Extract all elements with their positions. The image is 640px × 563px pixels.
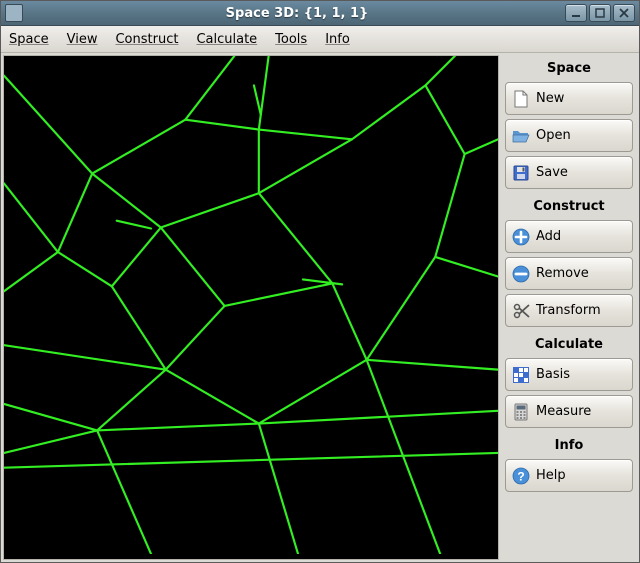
wireframe-overlay xyxy=(4,56,498,554)
new-label: New xyxy=(536,91,626,106)
sidebar: Space New Open Save Construct xyxy=(501,53,639,562)
window-title: Space 3D: {1, 1, 1} xyxy=(29,6,565,21)
help-label: Help xyxy=(536,468,626,483)
save-label: Save xyxy=(536,165,626,180)
client-area: Space New Open Save Construct xyxy=(1,53,639,562)
help-button[interactable]: ? Help xyxy=(505,459,633,492)
folder-open-icon xyxy=(512,127,530,145)
basis-label: Basis xyxy=(536,367,626,382)
open-button[interactable]: Open xyxy=(505,119,633,152)
maximize-icon xyxy=(595,8,605,18)
remove-minus-icon xyxy=(512,265,530,283)
basis-button[interactable]: Basis xyxy=(505,358,633,391)
help-question-icon: ? xyxy=(512,467,530,485)
window-buttons xyxy=(565,4,639,22)
new-button[interactable]: New xyxy=(505,82,633,115)
group-header-construct: Construct xyxy=(505,197,633,216)
svg-text:?: ? xyxy=(517,469,524,483)
scissors-icon xyxy=(512,302,530,320)
add-label: Add xyxy=(536,229,626,244)
remove-button[interactable]: Remove xyxy=(505,257,633,290)
menu-info[interactable]: Info xyxy=(325,32,350,47)
transform-label: Transform xyxy=(536,303,626,318)
menu-tools[interactable]: Tools xyxy=(275,32,307,47)
maximize-button[interactable] xyxy=(589,4,611,22)
measure-label: Measure xyxy=(536,404,626,419)
add-plus-icon xyxy=(512,228,530,246)
group-header-calculate: Calculate xyxy=(505,335,633,354)
open-label: Open xyxy=(536,128,626,143)
measure-button[interactable]: Measure xyxy=(505,395,633,428)
minimize-icon xyxy=(571,8,581,18)
group-header-info: Info xyxy=(505,436,633,455)
calculator-icon xyxy=(512,403,530,421)
menubar: Space View Construct Calculate Tools Inf… xyxy=(1,26,639,53)
app-icon xyxy=(5,4,23,22)
menu-construct[interactable]: Construct xyxy=(115,32,178,47)
menu-calculate[interactable]: Calculate xyxy=(196,32,257,47)
close-button[interactable] xyxy=(613,4,635,22)
new-file-icon xyxy=(512,90,530,108)
viewport-3d[interactable] xyxy=(3,55,499,560)
save-floppy-icon xyxy=(512,164,530,182)
app-window: Space 3D: {1, 1, 1} Space View Construct… xyxy=(0,0,640,563)
minimize-button[interactable] xyxy=(565,4,587,22)
menu-view[interactable]: View xyxy=(67,32,98,47)
titlebar: Space 3D: {1, 1, 1} xyxy=(1,1,639,26)
group-header-space: Space xyxy=(505,59,633,78)
transform-button[interactable]: Transform xyxy=(505,294,633,327)
menu-space[interactable]: Space xyxy=(9,32,49,47)
grid-icon xyxy=(512,366,530,384)
save-button[interactable]: Save xyxy=(505,156,633,189)
add-button[interactable]: Add xyxy=(505,220,633,253)
close-icon xyxy=(619,8,629,18)
remove-label: Remove xyxy=(536,266,626,281)
